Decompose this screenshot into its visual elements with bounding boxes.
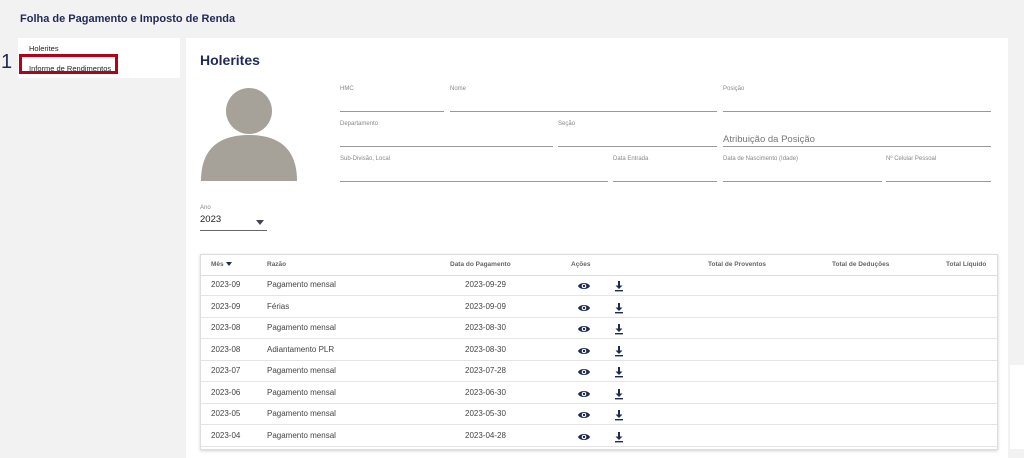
download-icon[interactable] (613, 344, 627, 356)
download-icon[interactable] (613, 322, 627, 335)
atribuicao-value: Atribuição da Posição (723, 134, 815, 145)
eye-icon[interactable] (577, 322, 591, 334)
header-mes[interactable]: Mês (211, 261, 232, 268)
header-acoes: Ações (571, 261, 591, 268)
eye-icon[interactable] (577, 344, 591, 356)
eye-icon[interactable] (577, 408, 591, 420)
avatar (201, 85, 297, 181)
row-razao: Pagamento mensal (267, 323, 336, 332)
step-number-annotation: 1 (1, 51, 13, 73)
row-mes: 2023-06 (211, 387, 241, 397)
row-mes: 2023-05 (211, 409, 241, 418)
row-data-pagamento: 2023-07-28 (465, 366, 506, 375)
posicao-label: Posição (723, 86, 745, 92)
row-data-pagamento: 2023-06-30 (465, 387, 506, 397)
header-mes-label: Mês (211, 261, 224, 268)
row-data-pagamento: 2023-05-30 (465, 409, 506, 418)
scroll-strip (1010, 365, 1024, 449)
nome-field[interactable]: Nome (450, 86, 717, 112)
atribuicao-da-posicao-field[interactable]: Atribuição da Posição (723, 121, 991, 147)
table-row: 2023-05 Pagamento mensal 2023-05-30 (201, 404, 997, 425)
row-razao: Pagamento mensal (267, 409, 336, 418)
table-row: 2023-09 Férias 2023-09-09 (201, 297, 997, 318)
table-row: 2023-08 Adiantamento PLR 2023-08-30 (201, 340, 997, 361)
subdivisao-label: Sub-Divisão, Local (340, 156, 391, 162)
header-total-proventos: Total de Proventos (708, 261, 767, 268)
celular-pessoal-field[interactable]: Nº Celular Pessoal (886, 156, 991, 182)
table-row: 2023-04 Pagamento mensal 2023-04-28 (201, 426, 997, 447)
row-razao: Pagamento mensal (267, 280, 336, 289)
table-row: 2023-09 Pagamento mensal 2023-09-29 (201, 275, 997, 296)
data-entrada-label: Data Entrada (613, 156, 649, 162)
app-title: Folha de Pagamento e Imposto de Renda (20, 13, 236, 25)
holerites-table: Mês Razão Data do Pagamento Ações Total … (200, 254, 998, 450)
eye-icon[interactable] (577, 365, 591, 377)
data-nascimento-field[interactable]: Data de Nascimento (Idade) (723, 156, 882, 182)
row-data-pagamento: 2023-04-28 (465, 430, 506, 440)
secao-field[interactable]: Seção (558, 121, 717, 147)
row-mes: 2023-09 (211, 301, 241, 311)
table-row: 2023-06 Pagamento mensal 2023-06-30 (201, 383, 997, 404)
row-mes: 2023-09 (211, 280, 241, 289)
table-header: Mês Razão Data do Pagamento Ações Total … (201, 255, 997, 276)
row-mes: 2023-08 (211, 344, 241, 354)
departamento-label: Departamento (340, 121, 379, 127)
header-data-pagamento: Data do Pagamento (450, 261, 511, 268)
year-select[interactable]: 2023 (200, 214, 267, 231)
departamento-field[interactable]: Departamento (340, 121, 553, 147)
main-panel: Holerites HMC Nome Posição Departamento … (186, 38, 1008, 458)
posicao-field[interactable]: Posição (723, 86, 991, 112)
row-mes: 2023-04 (211, 430, 241, 440)
nome-label: Nome (450, 86, 467, 92)
row-razao: Pagamento mensal (267, 387, 336, 397)
highlight-box (19, 54, 118, 74)
eye-icon[interactable] (577, 430, 591, 442)
row-razao: Pagamento mensal (267, 366, 336, 375)
row-razao: Pagamento mensal (267, 430, 336, 440)
row-data-pagamento: 2023-08-30 (465, 344, 506, 354)
year-value: 2023 (200, 214, 222, 225)
download-icon[interactable] (613, 279, 627, 292)
download-icon[interactable] (613, 365, 627, 378)
row-data-pagamento: 2023-08-30 (465, 323, 506, 332)
download-icon[interactable] (613, 301, 627, 313)
header-total-deducoes: Total de Deduções (832, 261, 890, 268)
secao-label: Seção (558, 121, 576, 127)
eye-icon[interactable] (577, 387, 591, 399)
row-mes: 2023-07 (211, 366, 241, 375)
user-silhouette-icon (201, 88, 297, 181)
row-data-pagamento: 2023-09-09 (465, 301, 506, 311)
row-mes: 2023-08 (211, 323, 241, 332)
download-icon[interactable] (613, 430, 627, 442)
data-nascimento-label: Data de Nascimento (Idade) (723, 156, 799, 162)
eye-icon[interactable] (577, 301, 591, 313)
subdivisao-local-field[interactable]: Sub-Divisão, Local (340, 156, 608, 182)
row-razao: Férias (267, 301, 290, 311)
header-total-liquido: Total Líquido (946, 261, 987, 268)
data-entrada-field[interactable]: Data Entrada (613, 156, 717, 182)
hmc-label: HMC (340, 86, 354, 92)
row-razao: Adiantamento PLR (267, 344, 335, 354)
table-row: 2023-07 Pagamento mensal 2023-07-28 (201, 361, 997, 382)
celular-label: Nº Celular Pessoal (886, 156, 937, 162)
download-icon[interactable] (613, 408, 627, 421)
hmc-field[interactable]: HMC (340, 86, 444, 112)
eye-icon[interactable] (577, 279, 591, 291)
header-razao: Razão (267, 261, 287, 268)
table-row: 2023-08 Pagamento mensal 2023-08-30 (201, 318, 997, 339)
sidebar-item-holerites[interactable]: Holerites (29, 44, 59, 53)
download-icon[interactable] (613, 387, 627, 399)
year-label: Ano (200, 205, 211, 211)
sort-down-icon (225, 262, 232, 267)
page-title: Holerites (200, 52, 260, 68)
row-data-pagamento: 2023-09-29 (465, 280, 506, 289)
chevron-down-icon (256, 220, 264, 225)
